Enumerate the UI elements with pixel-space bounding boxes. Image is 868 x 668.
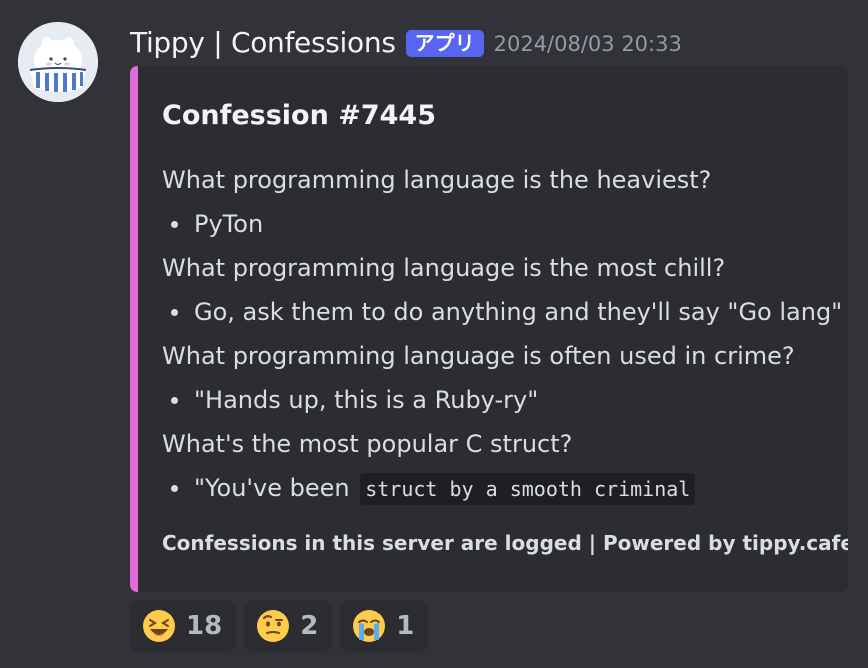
- app-badge: アプリ: [405, 29, 484, 57]
- message-header: Tippy | Confessions アプリ 2024/08/03 20:33: [130, 22, 682, 62]
- reaction-count: 18: [186, 611, 223, 641]
- reaction-count: 1: [396, 611, 415, 641]
- reaction-count: 2: [300, 611, 319, 641]
- reaction-laughing[interactable]: 18: [130, 600, 237, 652]
- timestamp[interactable]: 2024/08/03 20:33: [494, 32, 682, 56]
- face-with-raised-eyebrow-emoji-icon: [257, 610, 290, 642]
- laughing-squinting-face-emoji-icon: [143, 610, 175, 642]
- embed-title: Confession #7445: [162, 100, 436, 131]
- question-text: What's the most popular C struct?: [162, 430, 573, 458]
- embed-footer: Confessions in this server are logged | …: [162, 531, 848, 555]
- loudly-crying-face-emoji-icon: [353, 610, 386, 642]
- answer-bullet: "You've been struct by a smooth criminal: [162, 466, 836, 511]
- answer-text: "You've been: [194, 474, 350, 502]
- reaction-raised-eyebrow[interactable]: 2: [244, 600, 333, 652]
- answer-bullet: "Hands up, this is a Ruby-ry": [162, 378, 836, 422]
- inline-code: struct by a smooth criminal: [360, 473, 696, 505]
- question-text: What programming language is often used …: [162, 342, 795, 370]
- answer-bullet: Go, ask them to do anything and they'll …: [162, 290, 842, 334]
- avatar[interactable]: [18, 22, 98, 102]
- reaction-crying[interactable]: 1: [340, 600, 429, 652]
- answer-bullet: PyTon: [162, 202, 836, 246]
- reactions-bar: 18 2 1: [130, 600, 429, 652]
- question-text: What programming language is the heavies…: [162, 166, 712, 194]
- question-text: What programming language is the most ch…: [162, 254, 726, 282]
- cat-in-bowl-avatar-icon: [18, 22, 98, 102]
- confession-embed: Confession #7445 What programming langua…: [130, 66, 848, 592]
- embed-body: What programming language is the heavies…: [162, 158, 842, 511]
- username[interactable]: Tippy | Confessions: [130, 26, 396, 59]
- embed-accent-bar: [130, 66, 138, 592]
